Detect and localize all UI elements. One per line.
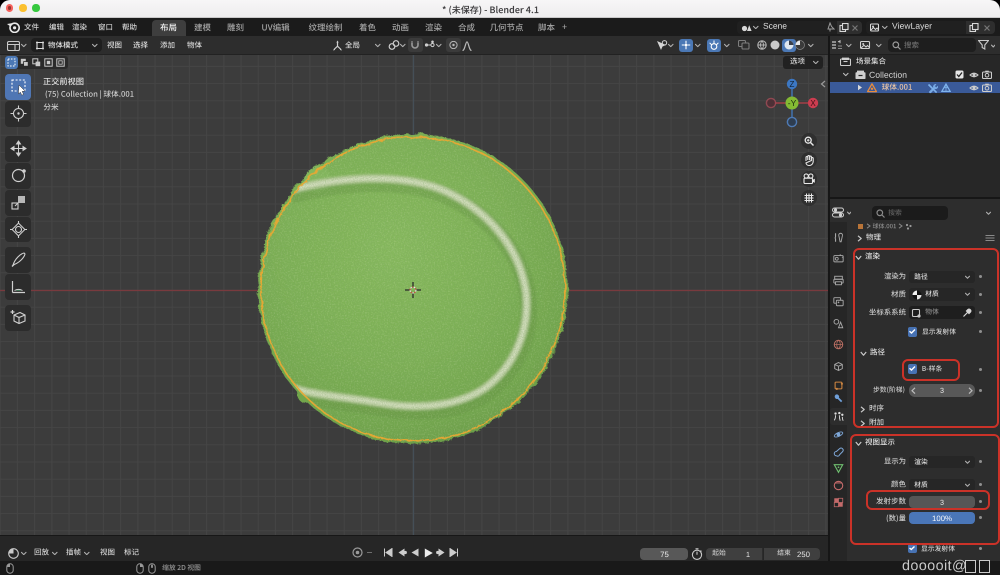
svg-text:Z: Z <box>790 80 795 89</box>
svg-text:X: X <box>810 99 816 108</box>
svg-text:-Y: -Y <box>788 98 797 108</box>
